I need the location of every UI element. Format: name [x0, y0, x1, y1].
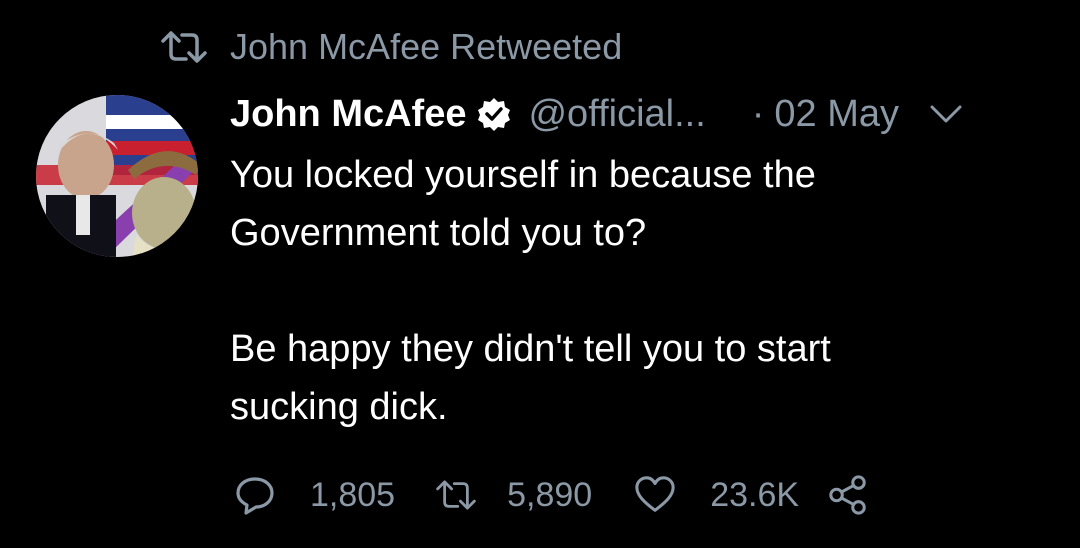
tweet-date[interactable]: 02 May [774, 93, 899, 136]
reply-button[interactable]: 1,805 [234, 474, 395, 516]
retweet-count: 5,890 [507, 475, 593, 514]
tweet-header: John McAfee @official... · 02 May [230, 86, 1050, 142]
chevron-down-icon[interactable] [927, 99, 965, 129]
tweet-body-line: sucking dick. [230, 386, 448, 428]
display-name[interactable]: John McAfee [230, 93, 466, 136]
avatar-image [36, 95, 198, 257]
separator-dot: · [751, 92, 765, 135]
retweet-banner[interactable]: John McAfee Retweeted [160, 24, 622, 70]
tweet-body: You locked yourself in because the Gover… [230, 146, 1050, 436]
retweet-button[interactable]: 5,890 [435, 474, 592, 516]
reply-icon [234, 474, 276, 516]
retweet-banner-text: John McAfee Retweeted [230, 26, 623, 67]
share-button[interactable] [827, 474, 869, 516]
tweet-actions: 1,805 5,890 23.6K [234, 470, 869, 520]
retweet-icon [435, 474, 477, 516]
user-handle[interactable]: @official... [528, 93, 705, 136]
retweet-icon [160, 30, 208, 64]
verified-badge-icon [476, 96, 512, 132]
like-count: 23.6K [710, 475, 800, 514]
tweet-body-line: Government told you to? [230, 212, 647, 254]
share-icon [827, 474, 869, 516]
avatar[interactable] [36, 95, 198, 257]
heart-icon [634, 474, 676, 516]
tweet-body-line: Be happy they didn't tell you to start [230, 328, 831, 370]
tweet-body-line: You locked yourself in because the [230, 154, 816, 196]
reply-count: 1,805 [310, 475, 396, 514]
like-button[interactable]: 23.6K [634, 474, 799, 516]
